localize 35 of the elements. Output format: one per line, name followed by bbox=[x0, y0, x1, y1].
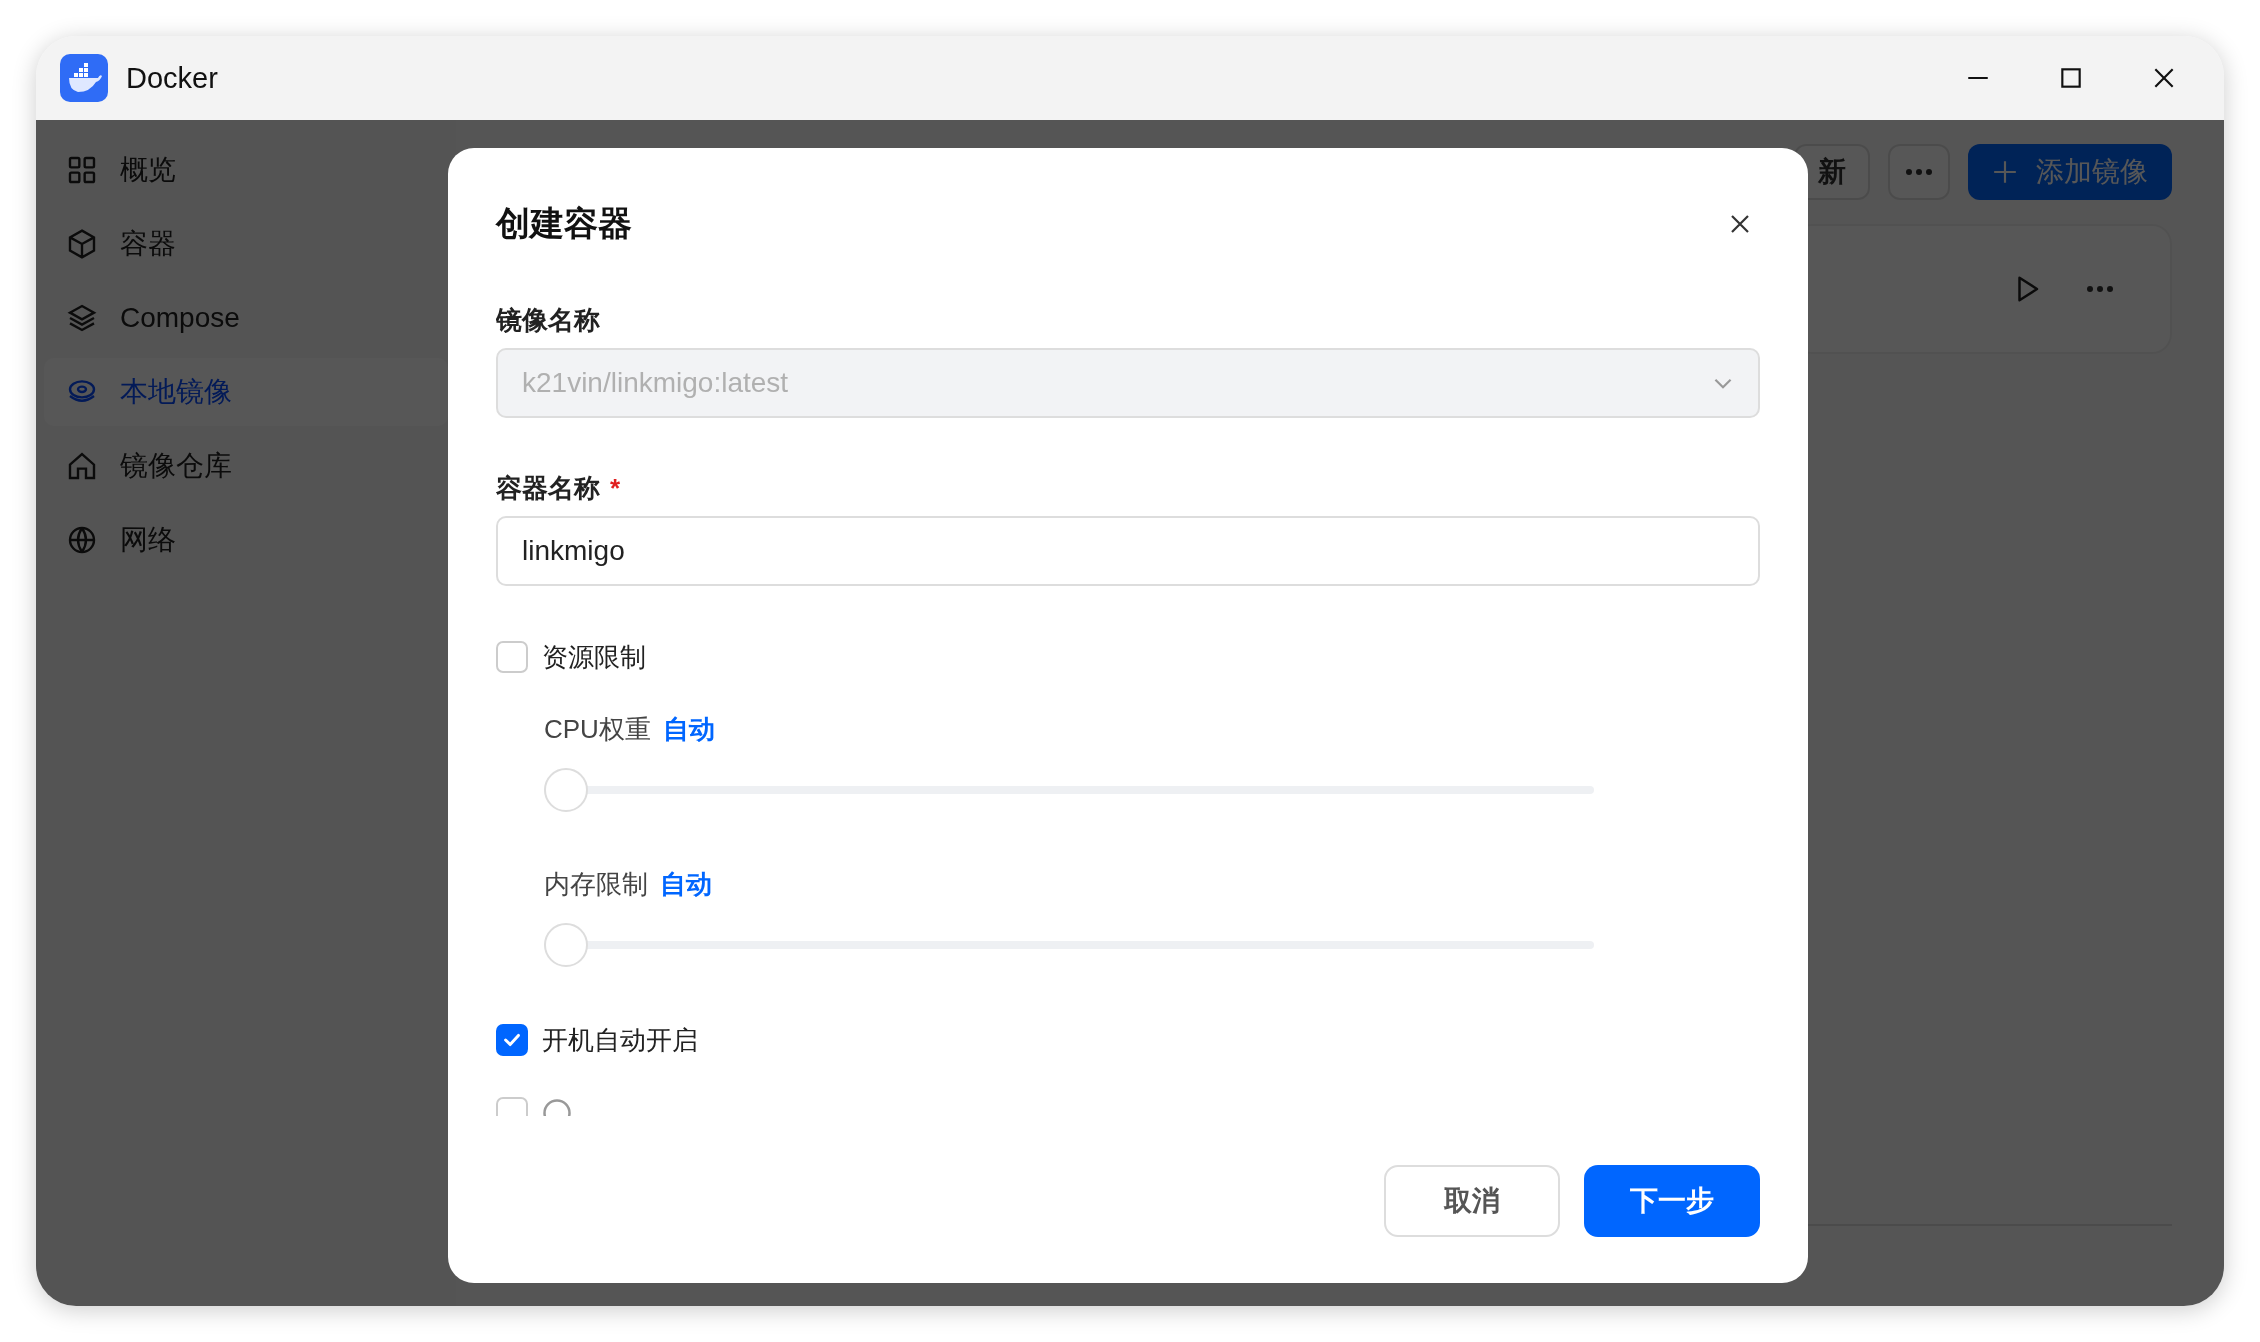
layers-icon bbox=[66, 302, 98, 334]
house-icon bbox=[66, 450, 98, 482]
more-icon[interactable] bbox=[1905, 168, 1933, 176]
slider-thumb[interactable] bbox=[544, 768, 588, 812]
more-icon[interactable] bbox=[2086, 285, 2114, 293]
cancel-button[interactable]: 取消 bbox=[1384, 1165, 1560, 1237]
sidebar-item[interactable]: 容器 bbox=[44, 210, 448, 278]
slider-label: 内存限制 bbox=[544, 867, 648, 901]
required-mark: * bbox=[610, 472, 621, 504]
dialog-title: 创建容器 bbox=[496, 203, 632, 244]
slider-value: 自动 bbox=[662, 712, 715, 746]
sidebar-item[interactable]: Compose bbox=[44, 284, 448, 352]
grid-icon bbox=[66, 154, 98, 186]
more-button[interactable] bbox=[1888, 144, 1950, 200]
field-label: 容器名称 bbox=[496, 471, 600, 505]
checkbox[interactable] bbox=[496, 1024, 528, 1056]
checkbox-label: 开机自动开启 bbox=[542, 1023, 698, 1057]
window-title: Docker bbox=[126, 61, 219, 95]
slider-label: CPU权重 bbox=[544, 712, 651, 746]
next-button[interactable]: 下一步 bbox=[1584, 1165, 1760, 1237]
add-image-button[interactable]: 添加镜像 bbox=[1968, 144, 2172, 200]
cube-icon bbox=[66, 228, 98, 260]
app-logo-icon bbox=[60, 54, 108, 102]
checkbox-label: 资源限制 bbox=[542, 640, 646, 674]
slider-track[interactable] bbox=[544, 766, 1594, 814]
field-label: 镜像名称 bbox=[496, 303, 600, 337]
slider-value: 自动 bbox=[660, 867, 712, 901]
plus-icon bbox=[1992, 159, 2018, 185]
sidebar-item[interactable]: 网络 bbox=[44, 506, 448, 574]
sidebar-item[interactable]: 概览 bbox=[44, 136, 448, 204]
slider-thumb[interactable] bbox=[544, 923, 588, 967]
input-field[interactable]: linkmigo bbox=[496, 516, 1760, 586]
slider-track[interactable] bbox=[544, 921, 1594, 969]
sidebar-item[interactable]: 镜像仓库 bbox=[44, 432, 448, 500]
globe-icon bbox=[66, 524, 98, 556]
